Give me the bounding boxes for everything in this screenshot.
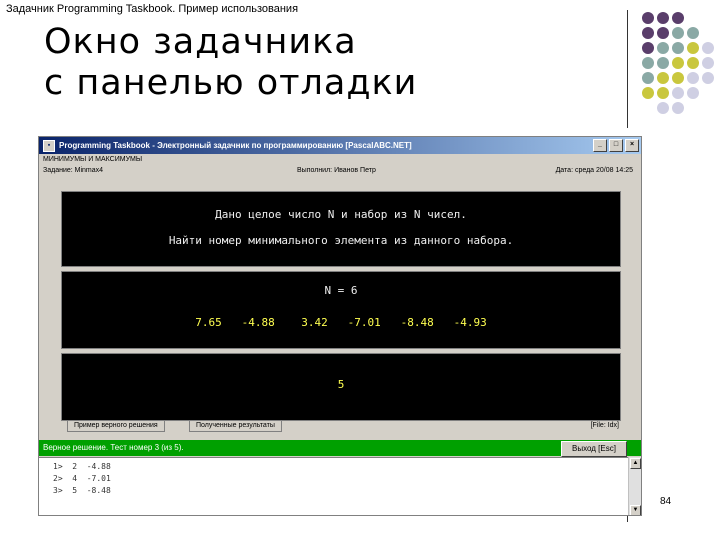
tab-obtained-results[interactable]: Полученные результаты: [189, 421, 282, 432]
dot: [642, 42, 654, 54]
debug-panel[interactable]: 1> 2 -4.88 2> 4 -7.01 3> 5 -8.48: [39, 457, 641, 515]
exit-button[interactable]: Выход [Esc]: [561, 441, 627, 457]
dot: [642, 57, 654, 69]
dot: [657, 102, 669, 114]
output-result: 5: [337, 378, 345, 391]
dot: [672, 42, 684, 54]
vertical-divider: [627, 10, 628, 128]
debug-scrollbar[interactable]: ▲ ▼: [628, 457, 641, 515]
dot: [657, 72, 669, 84]
dot: [642, 72, 654, 84]
scroll-up-arrow-icon[interactable]: ▲: [630, 458, 641, 469]
slide-header: Задачник Programming Taskbook. Пример ис…: [6, 3, 299, 15]
input-n-value: N = 6: [324, 284, 358, 297]
info-row-task: Задание: Minmax4 Выполнил: Иванов Петр Д…: [39, 165, 641, 176]
task-statement-line1: Дано целое число N и набор из N чисел.: [215, 208, 467, 221]
dot: [642, 27, 654, 39]
task-group-label: МИНИМУМЫ И МАКСИМУМЫ: [43, 156, 143, 163]
status-text: Верное решение. Тест номер 3 (из 5).: [43, 443, 184, 452]
window-title: Programming Taskbook - Электронный задач…: [59, 141, 412, 150]
dot: [642, 87, 654, 99]
dot: [672, 27, 684, 39]
output-panel: 5: [61, 353, 621, 421]
slide-title-line1: Окно задачника: [44, 22, 357, 62]
dot: [657, 87, 669, 99]
dot: [687, 42, 699, 54]
maximize-button[interactable]: □: [609, 139, 623, 152]
close-button[interactable]: ×: [625, 139, 639, 152]
taskbook-window: ▪ Programming Taskbook - Электронный зад…: [38, 136, 642, 516]
dot: [657, 27, 669, 39]
dot: [657, 57, 669, 69]
window-titlebar[interactable]: ▪ Programming Taskbook - Электронный зад…: [39, 137, 641, 154]
debug-line: 2> 4 -7.01: [53, 474, 111, 483]
dot: [672, 87, 684, 99]
app-icon: ▪: [43, 139, 55, 152]
dot: [672, 57, 684, 69]
author-label: Выполнил: Иванов Петр: [297, 167, 376, 174]
file-label: [File: Idx]: [590, 422, 619, 429]
minimize-button[interactable]: _: [593, 139, 607, 152]
tab-correct-solution[interactable]: Пример верного решения: [67, 421, 165, 432]
dot: [657, 12, 669, 24]
dot: [687, 72, 699, 84]
scroll-down-arrow-icon[interactable]: ▼: [630, 505, 641, 515]
date-label: Дата: среда 20/08 14:25: [555, 167, 633, 174]
panel-tabs: Пример верного решения Полученные резуль…: [61, 421, 621, 433]
input-numbers: 7.65 -4.88 3.42 -7.01 -8.48 -4.93: [195, 316, 487, 329]
dot: [702, 42, 714, 54]
dot: [672, 72, 684, 84]
info-row-group: МИНИМУМЫ И МАКСИМУМЫ: [39, 154, 641, 165]
status-bar: Верное решение. Тест номер 3 (из 5). Вых…: [39, 440, 641, 457]
window-controls: _ □ ×: [593, 139, 639, 152]
dot: [702, 72, 714, 84]
dot: [687, 87, 699, 99]
dot: [672, 12, 684, 24]
input-data-panel: N = 6 7.65 -4.88 3.42 -7.01 -8.48 -4.93: [61, 271, 621, 349]
decorative-dot-grid: [640, 10, 720, 120]
slide-title: Окно задачника с панелью отладки: [44, 22, 417, 104]
slide-title-line2: с панелью отладки: [44, 63, 418, 103]
dot: [657, 42, 669, 54]
debug-line: 3> 5 -8.48: [53, 486, 111, 495]
dot: [672, 102, 684, 114]
task-statement-line2: Найти номер минимального элемента из дан…: [168, 234, 514, 247]
dot: [687, 27, 699, 39]
task-name-label: Задание: Minmax4: [43, 167, 104, 174]
task-statement-panel: Дано целое число N и набор из N чисел. Н…: [61, 191, 621, 267]
dot: [642, 12, 654, 24]
dot: [702, 57, 714, 69]
debug-line: 1> 2 -4.88: [53, 462, 111, 471]
page-number: 84: [660, 496, 672, 507]
dot: [687, 57, 699, 69]
